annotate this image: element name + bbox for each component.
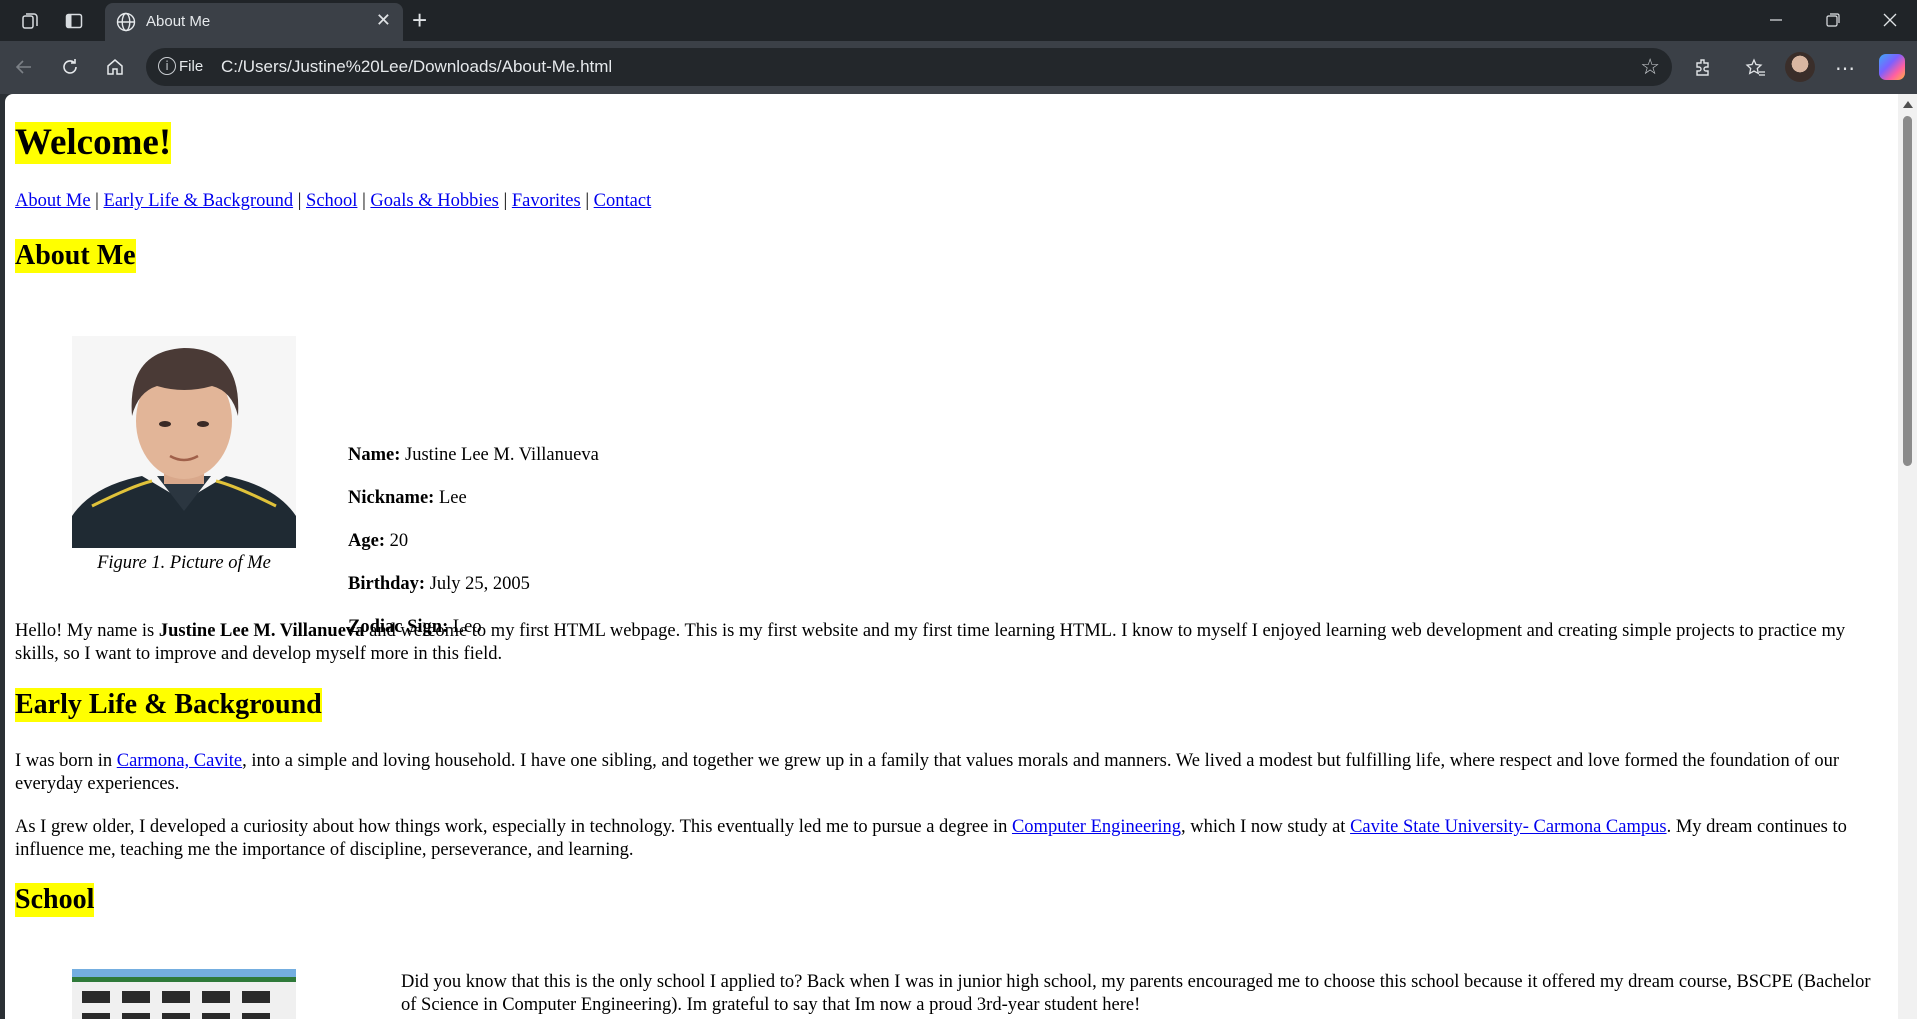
nav-link-goals-hobbies[interactable]: Goals & Hobbies: [370, 191, 498, 211]
plus-icon[interactable]: +: [412, 6, 427, 34]
figure-caption: Figure 1. Picture of Me: [97, 553, 271, 573]
tab-title: About Me: [146, 13, 211, 30]
page-title: Welcome!: [15, 122, 172, 164]
copilot-icon[interactable]: [1879, 54, 1905, 80]
nav-link-early-life[interactable]: Early Life & Background: [104, 191, 294, 211]
info-age: Age: 20: [348, 531, 409, 551]
nav-link-favorites[interactable]: Favorites: [512, 191, 581, 211]
nav-link-contact[interactable]: Contact: [594, 191, 652, 211]
nav-link-about-me[interactable]: About Me: [15, 191, 91, 211]
heading-early-life: Early Life & Background: [15, 688, 322, 722]
favorites-icon[interactable]: [1741, 53, 1771, 83]
info-icon[interactable]: i: [158, 57, 176, 75]
page-scrollbar[interactable]: [1898, 94, 1917, 1019]
more-icon[interactable]: ⋯: [1830, 53, 1860, 83]
intro-paragraph: Hello! My name is Justine Lee M. Villanu…: [15, 621, 1846, 664]
link-cavite-state-university[interactable]: Cavite State University- Carmona Campus: [1350, 817, 1667, 837]
link-computer-engineering[interactable]: Computer Engineering: [1012, 817, 1181, 837]
early-life-paragraph-2: As I grew older, I developed a curiosity…: [15, 817, 1847, 860]
scroll-thumb[interactable]: [1903, 116, 1912, 466]
nav-link-school[interactable]: School: [306, 191, 357, 211]
page-viewport: Welcome! About Me | Early Life & Backgro…: [5, 94, 1917, 1019]
extensions-icon[interactable]: [1689, 53, 1719, 83]
section-nav: About Me | Early Life & Background | Sch…: [15, 191, 652, 211]
info-birthday: Birthday: July 25, 2005: [348, 574, 530, 594]
url-text[interactable]: C:/Users/Justine%20Lee/Downloads/About-M…: [221, 57, 612, 77]
address-bar[interactable]: i File C:/Users/Justine%20Lee/Downloads/…: [146, 48, 1672, 86]
scroll-up-icon[interactable]: [1903, 101, 1913, 108]
browser-toolbar: i File C:/Users/Justine%20Lee/Downloads/…: [0, 41, 1917, 94]
minimize-icon[interactable]: [1756, 5, 1796, 35]
browser-titlebar: About Me ✕ +: [0, 0, 1917, 41]
restore-icon[interactable]: [1813, 5, 1853, 35]
heading-school: School: [15, 883, 95, 917]
info-nickname: Nickname: Lee: [348, 488, 467, 508]
window-close-icon[interactable]: [1870, 5, 1910, 35]
vertical-tabs-icon[interactable]: [61, 8, 87, 34]
profile-avatar[interactable]: [1785, 52, 1815, 82]
school-paragraph: Did you know that this is the only schoo…: [401, 972, 1871, 1015]
school-photo: [72, 969, 296, 1019]
home-icon[interactable]: [101, 53, 129, 81]
heading-about-me: About Me: [15, 239, 136, 273]
tab-about-me[interactable]: About Me ✕: [105, 3, 403, 41]
link-carmona-cavite[interactable]: Carmona, Cavite: [117, 751, 242, 771]
globe-icon: [115, 11, 137, 38]
star-icon[interactable]: ☆: [1640, 54, 1660, 80]
back-icon[interactable]: [10, 53, 38, 81]
refresh-icon[interactable]: [56, 53, 84, 81]
profile-photo: [72, 336, 296, 548]
url-scheme-label: File: [179, 58, 204, 75]
early-life-paragraph-1: I was born in Carmona, Cavite, into a si…: [15, 751, 1840, 794]
info-name: Name: Justine Lee M. Villanueva: [348, 445, 599, 465]
close-icon[interactable]: ✕: [376, 10, 391, 31]
workspaces-icon[interactable]: [17, 8, 43, 34]
